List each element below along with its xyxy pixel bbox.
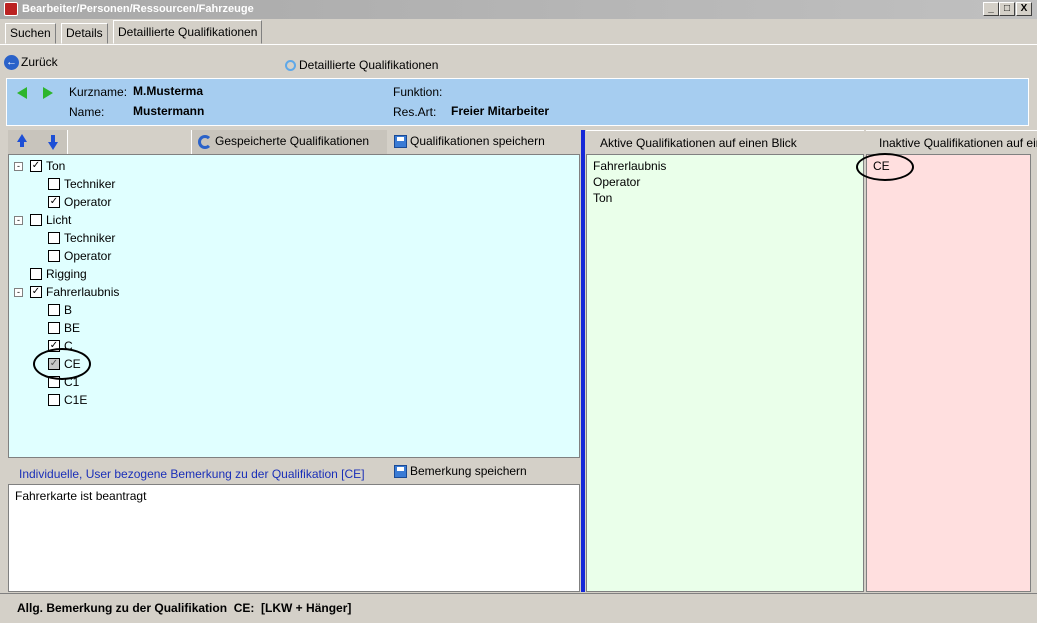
save-remark-button[interactable]: Bemerkung speichern	[394, 464, 527, 479]
tree-label: Operator	[64, 249, 112, 263]
next-record-icon[interactable]	[43, 87, 53, 99]
splitter[interactable]	[581, 130, 585, 592]
maximize-button[interactable]: □	[999, 2, 1015, 16]
inactive-qualifications-header: Inaktive Qualifikationen auf einen Blick	[866, 130, 1037, 154]
tree-label: B	[64, 303, 73, 317]
tab-details[interactable]: Details	[61, 23, 108, 44]
tab-suchen[interactable]: Suchen	[5, 23, 56, 44]
tree-toggle-fahrerlaubnis[interactable]: -	[14, 288, 23, 297]
annotation-ellipse	[33, 348, 91, 380]
tree-toggle-licht[interactable]: -	[14, 216, 23, 225]
status-text: Allg. Bemerkung zu der Qualifikation CE:…	[17, 601, 352, 615]
active-qualifications-title: Aktive Qualifikationen auf einen Blick	[600, 136, 797, 150]
active-qualifications-header: Aktive Qualifikationen auf einen Blick	[586, 130, 864, 154]
minimize-button[interactable]: _	[983, 2, 999, 16]
back-button[interactable]: ← Zurück	[4, 52, 114, 74]
list-item[interactable]: Operator	[593, 174, 857, 190]
detail-qualifications-label: Detaillierte Qualifikationen	[299, 58, 439, 72]
window-titlebar: Bearbeiter/Personen/Ressourcen/Fahrzeuge…	[0, 0, 1037, 19]
tree-label: Techniker	[64, 177, 116, 191]
checkbox-c1e[interactable]	[48, 394, 60, 406]
checkbox-ton[interactable]	[30, 160, 42, 172]
kurzname-value: M.Musterma	[133, 84, 204, 98]
floppy-disk-icon	[394, 135, 407, 149]
app-icon	[4, 2, 18, 16]
qualification-toolbar: Gespeicherte Qualifikationen Qualifikati…	[8, 130, 580, 154]
save-remark-label: Bemerkung speichern	[410, 464, 527, 478]
save-qualifications-button[interactable]: Qualifikationen speichern	[394, 134, 545, 149]
move-up-stem	[20, 141, 24, 147]
remark-textarea[interactable]: Fahrerkarte ist beantragt	[8, 484, 580, 592]
remark-header: Individuelle, User bezogene Bemerkung zu…	[8, 462, 580, 484]
refresh-icon	[198, 134, 212, 149]
move-down-stem	[51, 135, 55, 142]
back-button-label: Zurück	[21, 55, 58, 69]
tree-label: Rigging	[46, 267, 87, 281]
checkbox-ton-operator[interactable]	[48, 196, 60, 208]
checkbox-fahrerlaubnis[interactable]	[30, 286, 42, 298]
status-bar: Allg. Bemerkung zu der Qualifikation CE:…	[0, 593, 1037, 623]
close-button[interactable]: X	[1016, 2, 1032, 16]
tab-strip: Suchen Details Detaillierte Qualifikatio…	[0, 19, 1037, 44]
tree-label: Techniker	[64, 231, 116, 245]
tab-detaillierte-qualifikationen[interactable]: Detaillierte Qualifikationen	[113, 20, 263, 44]
checkbox-be[interactable]	[48, 322, 60, 334]
remark-text: Fahrerkarte ist beantragt	[15, 489, 147, 503]
list-item[interactable]: Fahrerlaubnis	[593, 158, 857, 174]
checkbox-ton-techniker[interactable]	[48, 178, 60, 190]
inactive-qualifications-title: Inaktive Qualifikationen auf einen Blick	[879, 136, 1037, 150]
name-value: Mustermann	[133, 104, 205, 118]
checkbox-licht-techniker[interactable]	[48, 232, 60, 244]
previous-record-icon[interactable]	[17, 87, 27, 99]
name-label: Name:	[69, 105, 105, 119]
tree-label: Fahrerlaubnis	[46, 285, 120, 299]
qualification-tree: - Ton Techniker Operator - Licht Technik…	[8, 154, 580, 458]
saved-qualifications-label: Gespeicherte Qualifikationen	[215, 134, 370, 148]
checkbox-licht[interactable]	[30, 214, 42, 226]
inactive-qualifications-list: CE	[856, 153, 1031, 592]
active-qualifications-list: Fahrerlaubnis Operator Ton	[586, 154, 864, 592]
tree-label: Licht	[46, 213, 72, 227]
checkbox-b[interactable]	[48, 304, 60, 316]
kurzname-label: Kurzname:	[69, 85, 128, 99]
window-title: Bearbeiter/Personen/Ressourcen/Fahrzeuge	[22, 3, 254, 15]
remark-header-label: Individuelle, User bezogene Bemerkung zu…	[19, 467, 365, 481]
detail-qualifications-button[interactable]: Detaillierte Qualifikationen	[285, 58, 438, 72]
tree-label: Operator	[64, 195, 112, 209]
tree-toggle-ton[interactable]: -	[14, 162, 23, 171]
resart-label: Res.Art:	[393, 105, 437, 119]
annotation-ellipse	[856, 153, 914, 181]
funktion-label: Funktion:	[393, 85, 443, 99]
move-down-icon[interactable]	[48, 142, 58, 150]
magnifier-icon	[285, 60, 296, 72]
tree-label: Ton	[46, 159, 66, 173]
person-info-panel: Kurzname: M.Musterma Name: Mustermann Fu…	[6, 78, 1029, 126]
back-arrow-icon: ←	[4, 55, 19, 71]
resart-value: Freier Mitarbeiter	[451, 104, 550, 118]
checkbox-rigging[interactable]	[30, 268, 42, 280]
checkbox-licht-operator[interactable]	[48, 250, 60, 262]
tree-label: C1E	[64, 393, 88, 407]
toolbar: ← Zurück Detaillierte Qualifikationen	[0, 44, 1037, 77]
list-item[interactable]: Ton	[593, 190, 857, 206]
floppy-disk-icon	[394, 465, 407, 479]
save-qualifications-label: Qualifikationen speichern	[410, 134, 545, 148]
tree-label: BE	[64, 321, 81, 335]
saved-qualifications-button[interactable]: Gespeicherte Qualifikationen	[198, 134, 369, 149]
